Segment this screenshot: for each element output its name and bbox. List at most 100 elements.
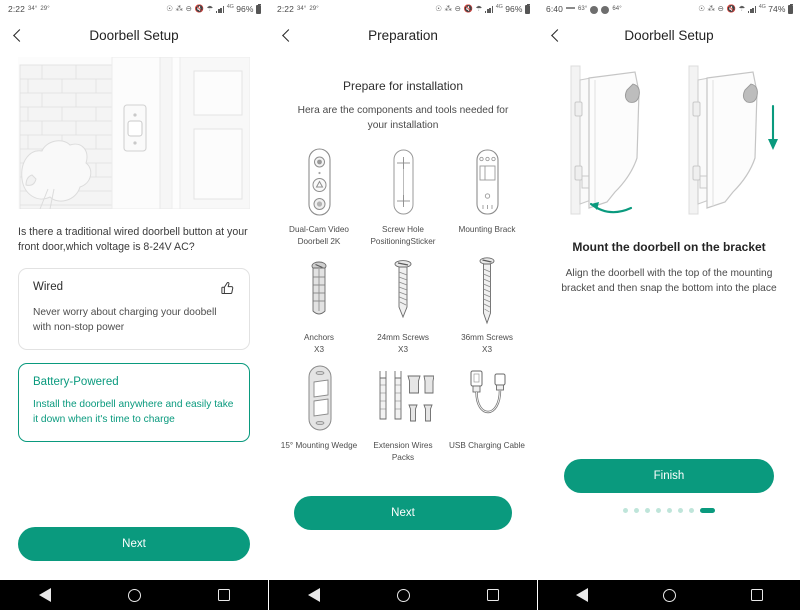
option-card-wired[interactable]: Wired Never worry about charging your do… xyxy=(18,268,250,350)
caption-line-2: Packs xyxy=(391,452,415,462)
page-dot[interactable] xyxy=(667,508,672,513)
status-bar-right: ☉ ⁂ ⊖ 🔇 ☂ 4G 96% xyxy=(435,3,530,14)
component-caption: Extension Wires Packs xyxy=(373,440,432,463)
screw-24mm-icon xyxy=(383,253,423,327)
title-bar: Doorbell Setup xyxy=(538,18,800,52)
back-nav-button[interactable] xyxy=(307,588,320,602)
status-time: 2:22 xyxy=(8,4,25,14)
do-not-disturb-icon: ⊖ xyxy=(185,4,193,14)
status-temp-low: 64° xyxy=(612,6,622,12)
page-dot[interactable] xyxy=(689,508,694,513)
battery-icon xyxy=(788,3,793,14)
page-dot[interactable] xyxy=(656,508,661,513)
page-dot[interactable] xyxy=(623,508,628,513)
home-nav-button[interactable] xyxy=(396,588,410,602)
status-bar-right: ☉ ⁂ ⊖ 🔇 ☂ 4G 96% xyxy=(166,3,261,14)
network-type-label: 4G xyxy=(758,4,766,10)
back-button[interactable] xyxy=(269,18,305,52)
usb-cable-icon xyxy=(459,361,515,435)
component-item: USB Charging Cable xyxy=(445,361,529,463)
network-type-label: 4G xyxy=(226,4,234,10)
components-grid: Dual-Cam Video Doorbell 2K Screw Hole Po… xyxy=(277,145,529,463)
component-item: Anchors X3 xyxy=(277,253,361,355)
status-temp-high: 63° xyxy=(577,6,588,12)
recents-nav-button[interactable] xyxy=(750,589,763,601)
caption-line-1: Dual-Cam Video xyxy=(289,225,349,234)
android-nav-bar xyxy=(0,580,268,610)
signal-icon xyxy=(747,5,757,13)
wifi-icon: ☂ xyxy=(206,4,214,14)
status-temp-low: 29° xyxy=(309,6,319,12)
component-item: 15° Mounting Wedge xyxy=(277,361,361,463)
back-nav-button[interactable] xyxy=(38,588,51,602)
next-button[interactable]: Next xyxy=(18,527,250,561)
caption-line-2: PositioningSticker xyxy=(370,236,436,246)
battery-percent-label: 74% xyxy=(768,4,786,14)
component-caption: USB Charging Cable xyxy=(449,440,525,452)
status-temp-high: 34° xyxy=(296,6,307,12)
component-caption: Mounting Brack xyxy=(459,224,516,236)
finish-button[interactable]: Finish xyxy=(564,459,774,493)
alarm-icon: ☉ xyxy=(166,4,174,14)
mounting-illustration xyxy=(548,58,790,218)
extension-wires-icon xyxy=(372,361,434,435)
status-bar: 2:22 34° 29° ☉ ⁂ ⊖ 🔇 ☂ 4G 96% xyxy=(0,0,268,18)
component-item: 36mm Screws X3 xyxy=(445,253,529,355)
next-button[interactable]: Next xyxy=(294,496,512,530)
home-nav-button[interactable] xyxy=(127,588,141,602)
caption-line-1: Extension Wires xyxy=(373,441,433,450)
title-bar: Doorbell Setup xyxy=(0,18,268,52)
thumbs-up-icon xyxy=(221,282,234,294)
chevron-left-icon xyxy=(551,28,564,42)
page-dot-active[interactable] xyxy=(700,508,715,513)
page-indicator[interactable] xyxy=(564,508,774,513)
bluetooth-icon: ⁂ xyxy=(707,4,716,14)
home-nav-button[interactable] xyxy=(662,588,676,602)
caption-line-1: Screw Hole xyxy=(382,225,424,234)
caption-line-1: USB Charging Cable xyxy=(448,441,525,450)
page-title: Doorbell Setup xyxy=(624,27,714,43)
component-item: Screw Hole PositioningSticker xyxy=(361,145,445,247)
mount-heading: Mount the doorbell on the bracket xyxy=(572,240,766,254)
status-bar-right: ☉ ⁂ ⊖ 🔇 ☂ 4G 74% xyxy=(698,3,793,14)
panel-body: Is there a traditional wired doorbell bu… xyxy=(0,52,268,575)
page-dot[interactable] xyxy=(678,508,683,513)
screw-36mm-icon xyxy=(467,253,507,327)
option-description: Never worry about charging your doobell … xyxy=(33,307,217,333)
android-nav-bar xyxy=(269,580,537,610)
android-nav-bar xyxy=(538,580,800,610)
do-not-disturb-icon: ⊖ xyxy=(717,4,725,14)
page-dot[interactable] xyxy=(634,508,639,513)
phone-screen-mount-doorbell: 6:40 63° 64° ☉ ⁂ ⊖ 🔇 ☂ 4G 74% Doorbell S… xyxy=(538,0,800,610)
caption-line-1: 24mm Screws xyxy=(377,333,429,342)
component-caption: 36mm Screws X3 xyxy=(461,332,513,355)
primary-action-wrap: Next xyxy=(18,527,250,561)
mounting-wedge-icon xyxy=(297,361,341,435)
caption-line-2: Doorbell 2K xyxy=(297,236,341,246)
back-button[interactable] xyxy=(538,18,574,52)
doorbell-device-icon xyxy=(299,145,339,219)
component-item: Extension Wires Packs xyxy=(361,361,445,463)
caption-line-1: Anchors xyxy=(303,333,335,342)
component-caption: 15° Mounting Wedge xyxy=(281,440,357,452)
battery-percent-label: 96% xyxy=(236,4,254,14)
caption-line-2: X3 xyxy=(397,344,408,354)
signal-icon xyxy=(484,5,494,13)
status-time: 6:40 xyxy=(546,4,563,14)
alarm-icon: ☉ xyxy=(698,4,706,14)
panel-body: Prepare for installation Hera are the co… xyxy=(269,52,537,575)
do-not-disturb-icon: ⊖ xyxy=(454,4,462,14)
wifi-icon: ☂ xyxy=(475,4,483,14)
recents-nav-button[interactable] xyxy=(217,589,230,601)
back-button[interactable] xyxy=(0,18,36,52)
weather-icon-2 xyxy=(601,6,610,14)
page-dot[interactable] xyxy=(645,508,650,513)
option-card-battery-powered[interactable]: Battery-Powered Install the doorbell any… xyxy=(18,363,250,442)
back-nav-button[interactable] xyxy=(575,588,588,602)
screenshot-root: 2:22 34° 29° ☉ ⁂ ⊖ 🔇 ☂ 4G 96% Doorbell S… xyxy=(0,0,800,610)
recents-nav-button[interactable] xyxy=(486,589,499,601)
mute-icon: 🔇 xyxy=(463,4,473,14)
status-bar: 2:22 34° 29° ☉ ⁂ ⊖ 🔇 ☂ 4G 96% xyxy=(269,0,537,18)
bluetooth-icon: ⁂ xyxy=(175,4,184,14)
mute-icon: 🔇 xyxy=(726,4,736,14)
